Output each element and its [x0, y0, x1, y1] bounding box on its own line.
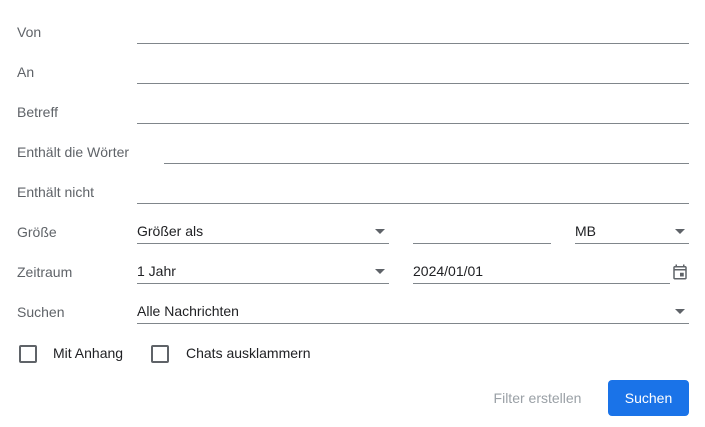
search-in-value: Alle Nachrichten: [137, 303, 239, 319]
from-input[interactable]: [137, 20, 689, 42]
doesnt-have-field[interactable]: [137, 180, 689, 204]
search-in-label: Suchen: [17, 304, 65, 320]
date-within-row: Zeitraum 1 Jahr: [0, 260, 705, 300]
date-input[interactable]: [413, 260, 670, 282]
search-in-row: Suchen Alle Nachrichten: [0, 300, 705, 340]
exclude-chats-label: Chats ausklammern: [186, 345, 311, 361]
has-attachment-label: Mit Anhang: [53, 345, 124, 361]
exclude-chats-option[interactable]: Chats ausklammern: [151, 343, 316, 363]
doesnt-have-label: Enthält nicht: [17, 184, 95, 200]
subject-field[interactable]: [137, 100, 689, 124]
size-amount-field[interactable]: [413, 220, 551, 244]
subject-input[interactable]: [137, 100, 689, 122]
search-button[interactable]: Suchen: [608, 380, 689, 416]
doesnt-have-input[interactable]: [137, 180, 689, 202]
size-operator-select[interactable]: Größer als: [137, 220, 389, 244]
to-field[interactable]: [137, 60, 689, 84]
date-range-value: 1 Jahr: [137, 263, 176, 279]
to-label: An: [17, 64, 35, 80]
to-input[interactable]: [137, 60, 689, 82]
calendar-icon[interactable]: [671, 263, 689, 281]
has-attachment-option[interactable]: Mit Anhang: [19, 343, 134, 363]
date-within-label: Zeitraum: [17, 264, 73, 280]
size-unit-value: MB: [575, 223, 596, 239]
size-amount-input[interactable]: [413, 220, 551, 242]
from-row: Von: [0, 20, 705, 60]
date-range-select[interactable]: 1 Jahr: [137, 260, 389, 284]
date-field[interactable]: [413, 260, 670, 284]
chevron-down-icon: [675, 229, 685, 234]
subject-label: Betreff: [17, 104, 58, 120]
chevron-down-icon: [375, 269, 385, 274]
chevron-down-icon: [375, 229, 385, 234]
size-label: Größe: [17, 224, 57, 240]
search-in-select[interactable]: Alle Nachrichten: [137, 300, 689, 324]
size-row: Größe Größer als MB: [0, 220, 705, 260]
subject-row: Betreff: [0, 100, 705, 140]
search-options-form: Von An Betreff Enthält die Wörter Enthäl…: [0, 0, 705, 427]
has-attachment-checkbox[interactable]: [19, 345, 37, 363]
size-operator-value: Größer als: [137, 223, 204, 239]
has-words-row: Enthält die Wörter: [0, 140, 705, 180]
to-row: An: [0, 60, 705, 100]
chevron-down-icon: [675, 309, 685, 314]
exclude-chats-checkbox[interactable]: [151, 345, 169, 363]
size-unit-select[interactable]: MB: [575, 220, 689, 244]
from-label: Von: [17, 24, 42, 40]
has-words-label: Enthält die Wörter: [17, 144, 130, 160]
has-words-field[interactable]: [164, 140, 689, 164]
has-words-input[interactable]: [164, 140, 689, 162]
create-filter-button[interactable]: Filter erstellen: [480, 380, 595, 416]
doesnt-have-row: Enthält nicht: [0, 180, 705, 220]
from-field[interactable]: [137, 20, 689, 44]
